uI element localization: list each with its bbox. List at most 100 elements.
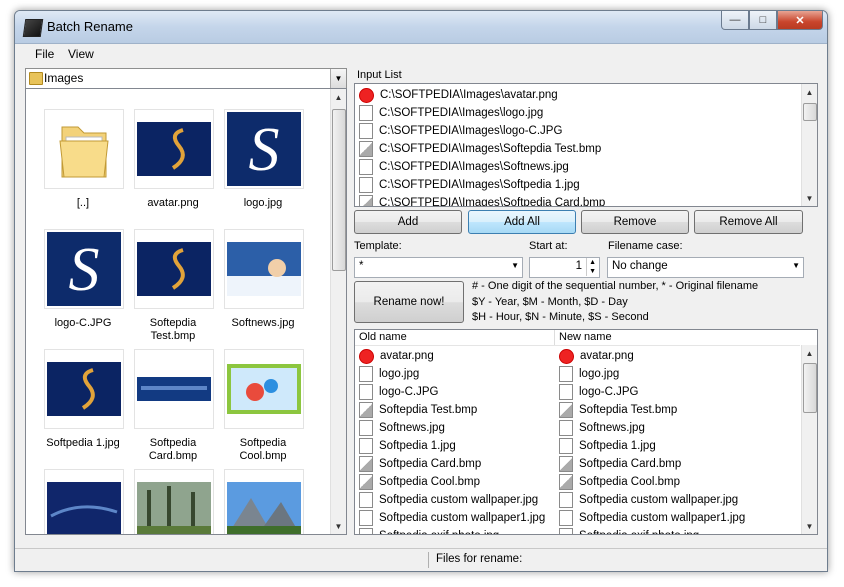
old-name-header[interactable]: Old name: [359, 331, 407, 343]
svg-text:S: S: [249, 116, 280, 184]
thumbnail-item[interactable]: [128, 469, 218, 534]
rename-table-scrollbar[interactable]: ▲ ▼: [801, 345, 817, 534]
thumbnail-image[interactable]: [44, 349, 124, 429]
thumbnail-image[interactable]: [224, 469, 304, 534]
new-name-cell[interactable]: logo-C.JPG: [559, 383, 638, 401]
new-name-cell[interactable]: Softnews.jpg: [559, 419, 645, 437]
rename-table[interactable]: Old name New name avatar.png avatar.png lo…: [354, 329, 818, 535]
start-at-stepper[interactable]: 1 ▲ ▼: [529, 257, 600, 278]
thumbnail-item[interactable]: avatar.png: [128, 109, 218, 210]
file-name: Softpedia Cool.bmp: [579, 476, 681, 488]
file-name: Softpedia 1.jpg: [579, 440, 656, 452]
new-name-cell[interactable]: avatar.png: [559, 347, 634, 365]
thumbnail-image[interactable]: [134, 349, 214, 429]
old-name-cell[interactable]: Softpedia exif photo.jpg: [359, 527, 499, 534]
file-name: Softpedia Card.bmp: [579, 458, 682, 470]
thumbnail-item[interactable]: Softpedia Card.bmp: [128, 349, 218, 463]
chevron-down-icon[interactable]: ▼: [511, 261, 519, 270]
old-name-cell[interactable]: Softepdia Test.bmp: [359, 401, 477, 419]
thumbnail-scrollbar[interactable]: ▲ ▼: [330, 89, 346, 534]
add-button[interactable]: Add: [354, 210, 462, 234]
template-input[interactable]: * ▼: [354, 257, 523, 278]
thumbnail-item[interactable]: Softpedia Cool.bmp: [218, 349, 308, 463]
rename-now-button[interactable]: Rename now!: [354, 281, 464, 323]
thumbnail-image[interactable]: [134, 229, 214, 309]
stepper-arrows-icon[interactable]: ▲ ▼: [586, 258, 596, 276]
thumbnail-item[interactable]: [218, 469, 308, 534]
old-name-cell[interactable]: logo.jpg: [359, 365, 419, 383]
new-name-cell[interactable]: Softpedia custom wallpaper1.jpg: [559, 509, 745, 527]
input-list-item[interactable]: C:\SOFTPEDIA\Images\Softpedia Card.bmp: [359, 194, 605, 206]
thumbnail-image[interactable]: [224, 229, 304, 309]
scroll-up-icon[interactable]: ▲: [802, 84, 817, 100]
thumbnail-item[interactable]: Softnews.jpg: [218, 229, 308, 330]
file-name: Softepdia Test.bmp: [579, 404, 678, 416]
input-list-item[interactable]: C:\SOFTPEDIA\Images\logo-C.JPG: [359, 122, 562, 140]
minimize-button[interactable]: —: [721, 11, 749, 30]
scroll-down-icon[interactable]: ▼: [802, 190, 817, 206]
thumbnail-item[interactable]: Softpedia 1.jpg: [38, 349, 128, 450]
new-name-cell[interactable]: Softpedia custom wallpaper.jpg: [559, 491, 738, 509]
thumbnail-caption: Softnews.jpg: [231, 317, 295, 329]
input-list-item[interactable]: C:\SOFTPEDIA\Images\Softepdia Test.bmp: [359, 140, 601, 158]
remove-all-button[interactable]: Remove All: [694, 210, 803, 234]
thumbnail-item[interactable]: Softepdia Test.bmp: [128, 229, 218, 343]
thumbnail-image[interactable]: [134, 109, 214, 189]
thumbnail-image[interactable]: [224, 349, 304, 429]
old-name-cell[interactable]: avatar.png: [359, 347, 434, 365]
new-name-cell[interactable]: Softpedia Card.bmp: [559, 455, 681, 473]
filename-case-label: Filename case:: [608, 240, 683, 252]
filename-case-select[interactable]: No change ▼: [607, 257, 804, 278]
menu-view[interactable]: View: [68, 47, 94, 61]
file-name: Softnews.jpg: [579, 422, 645, 434]
chevron-down-icon[interactable]: ▼: [792, 261, 800, 270]
old-name-cell[interactable]: Softpedia 1.jpg: [359, 437, 456, 455]
document-icon: [359, 420, 373, 436]
old-name-cell[interactable]: Softpedia Cool.bmp: [359, 473, 480, 491]
document-icon: [359, 492, 373, 508]
input-list-scrollbar[interactable]: ▲ ▼: [801, 84, 817, 206]
document-icon: [559, 384, 573, 400]
thumbnail-image[interactable]: [44, 109, 124, 189]
scroll-up-icon[interactable]: ▲: [802, 345, 817, 361]
thumbnail-item[interactable]: [..]: [38, 109, 128, 210]
scroll-down-icon[interactable]: ▼: [331, 518, 346, 534]
old-name-cell[interactable]: Softpedia custom wallpaper.jpg: [359, 491, 538, 509]
menu-file[interactable]: File: [35, 47, 54, 61]
new-name-cell[interactable]: Softpedia Cool.bmp: [559, 473, 680, 491]
scroll-thumb[interactable]: [803, 103, 817, 121]
scroll-down-icon[interactable]: ▼: [802, 518, 817, 534]
add-all-button[interactable]: Add All: [468, 210, 576, 234]
thumbnail-image[interactable]: S: [224, 109, 304, 189]
new-name-cell[interactable]: logo.jpg: [559, 365, 619, 383]
document-icon: [559, 492, 573, 508]
maximize-button[interactable]: □: [749, 11, 777, 30]
input-list-item[interactable]: C:\SOFTPEDIA\Images\logo.jpg: [359, 104, 543, 122]
old-name-cell[interactable]: Softpedia Card.bmp: [359, 455, 481, 473]
input-list[interactable]: C:\SOFTPEDIA\Images\avatar.png C:\SOFTPED…: [354, 83, 818, 207]
old-name-cell[interactable]: logo-C.JPG: [359, 383, 438, 401]
folder-selector[interactable]: Images ▼: [25, 68, 347, 89]
new-name-cell[interactable]: Softpedia 1.jpg: [559, 437, 656, 455]
close-button[interactable]: ✕: [777, 11, 823, 30]
scroll-thumb[interactable]: [332, 109, 346, 271]
input-list-item[interactable]: C:\SOFTPEDIA\Images\Softpedia 1.jpg: [359, 176, 580, 194]
thumbnail-image[interactable]: S: [44, 229, 124, 309]
thumbnail-image[interactable]: [44, 469, 124, 534]
thumbnail-image[interactable]: [134, 469, 214, 534]
old-name-cell[interactable]: Softpedia custom wallpaper1.jpg: [359, 509, 545, 527]
input-list-item[interactable]: C:\SOFTPEDIA\Images\avatar.png: [359, 86, 558, 104]
thumbnail-item[interactable]: [38, 469, 128, 534]
new-name-cell[interactable]: Softepdia Test.bmp: [559, 401, 677, 419]
old-name-cell[interactable]: Softnews.jpg: [359, 419, 445, 437]
scroll-up-icon[interactable]: ▲: [331, 89, 346, 105]
new-name-cell[interactable]: Softpedia exif photo.jpg: [559, 527, 699, 534]
input-list-item[interactable]: C:\SOFTPEDIA\Images\Softnews.jpg: [359, 158, 569, 176]
thumbnail-item[interactable]: Slogo-C.JPG: [38, 229, 128, 330]
remove-button[interactable]: Remove: [581, 210, 689, 234]
scroll-thumb[interactable]: [803, 363, 817, 413]
thumbnail-item[interactable]: Slogo.jpg: [218, 109, 308, 210]
file-path: C:\SOFTPEDIA\Images\avatar.png: [380, 89, 558, 101]
chevron-down-icon[interactable]: ▼: [330, 69, 346, 88]
new-name-header[interactable]: New name: [559, 331, 612, 343]
